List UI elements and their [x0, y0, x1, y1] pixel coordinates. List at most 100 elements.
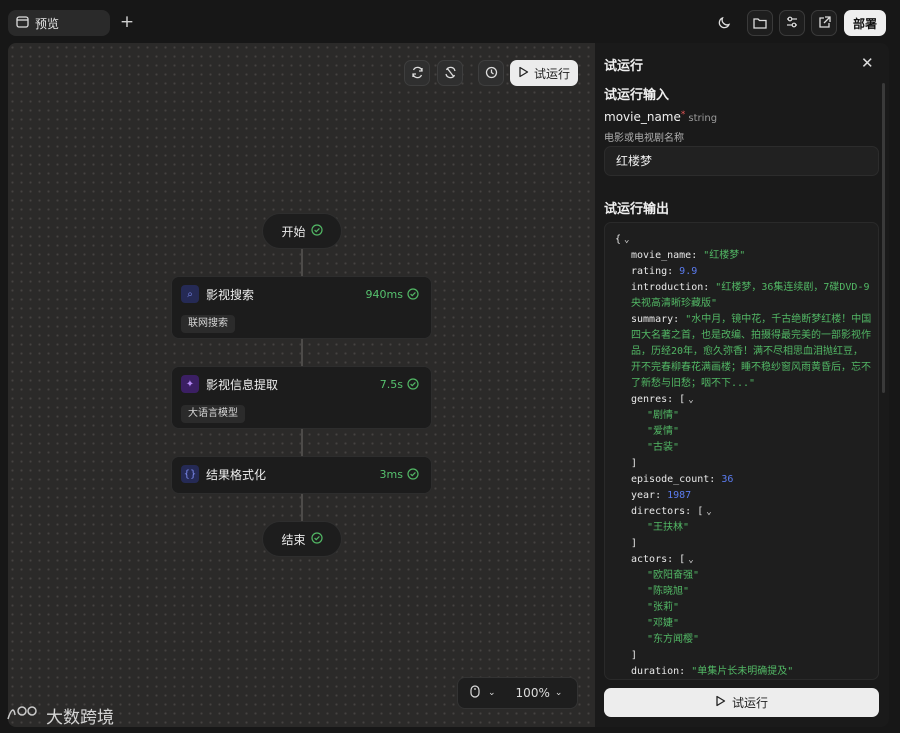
json-open-brace: {⌄: [615, 232, 873, 248]
export-button[interactable]: [811, 10, 837, 36]
deploy-button[interactable]: 部署: [844, 10, 886, 36]
play-icon: [715, 695, 726, 710]
zoom-dropdown[interactable]: 100% ⌄: [516, 686, 563, 700]
output-section-title: 试运行输出: [604, 202, 670, 217]
check-circle-icon: [407, 465, 419, 484]
json-close-bracket: ]: [631, 538, 638, 549]
top-bar: 预览 + 部署: [0, 0, 900, 44]
variable-name: movie_name: [604, 110, 681, 124]
chevron-down-icon[interactable]: ⌄: [706, 504, 711, 520]
zoom-controls: ⌄ 100% ⌄: [457, 677, 578, 709]
node-result-format[interactable]: {} 结果格式化 3ms: [171, 456, 432, 494]
json-array-item: "剧情": [647, 410, 680, 421]
node-time: 7.5s: [379, 377, 403, 391]
sync-off-icon: [444, 64, 457, 83]
end-label: 结束: [281, 532, 306, 547]
json-row: year: 1987: [631, 490, 692, 501]
watermark-logo-icon: [6, 703, 40, 728]
node-movie-search[interactable]: ⌕ 影视搜索 940ms 联网搜索: [171, 276, 432, 339]
node-tag: 联网搜索: [181, 315, 235, 333]
panel-scrollbar[interactable]: [882, 83, 885, 393]
end-node[interactable]: 结束: [262, 521, 342, 557]
trial-run-panel: 试运行 ✕ 试运行输入 movie_name* string 电影或电视剧名称 红…: [595, 43, 889, 727]
json-row: directors: [⌄: [615, 504, 873, 520]
open-folder-button[interactable]: [747, 10, 773, 36]
node-title: 影视搜索: [206, 287, 255, 302]
json-array-item: "陈晓旭": [647, 586, 690, 597]
chevron-down-icon: ⌄: [488, 688, 496, 698]
json-array-item: "爱情": [647, 426, 680, 437]
tab-label: 预览: [35, 16, 60, 31]
json-array-item: "张莉": [647, 602, 680, 613]
node-movie-info-extract[interactable]: ✦ 影视信息提取 7.5s 大语言模型: [171, 366, 432, 429]
history-icon: [485, 64, 498, 83]
input-section-title: 试运行输入: [604, 88, 670, 103]
start-node[interactable]: 开始: [262, 213, 342, 249]
json-array-item: "东方闻樱": [647, 634, 700, 645]
json-array-item: "邓婕": [647, 618, 680, 629]
variable-type: string: [688, 113, 718, 124]
chevron-down-icon[interactable]: ⌄: [624, 232, 629, 248]
check-circle-icon: [310, 531, 323, 547]
run-label: 试运行: [731, 696, 768, 710]
check-circle-icon: [407, 285, 419, 304]
required-mark: *: [680, 110, 686, 120]
json-tree: {⌄ movie_name: "红楼梦" rating: 9.9 introdu…: [615, 232, 873, 679]
run-button[interactable]: 试运行: [604, 688, 879, 717]
history-button[interactable]: [478, 60, 504, 86]
add-tab-button[interactable]: +: [118, 12, 136, 32]
code-node-icon: {}: [181, 465, 199, 483]
json-close-bracket: ]: [631, 650, 638, 661]
node-tag: 大语言模型: [181, 405, 245, 423]
json-row: episode_count: 36: [631, 474, 734, 485]
output-json-viewer[interactable]: {⌄ movie_name: "红楼梦" rating: 9.9 introdu…: [604, 222, 879, 680]
json-row: movie_name: "红楼梦": [631, 250, 746, 261]
json-row: introduction: "红楼梦，36集连续剧，7碟DVD-9央视高清晰珍藏…: [631, 282, 870, 309]
watermark-text: 大数跨境: [46, 708, 114, 728]
json-row: rating: 9.9: [631, 266, 698, 277]
mouse-icon: [470, 685, 480, 701]
refresh-icon: [411, 64, 424, 83]
node-time: 940ms: [365, 287, 403, 301]
play-icon: [518, 66, 529, 81]
node-title: 影视信息提取: [206, 377, 279, 392]
refresh-button[interactable]: [404, 60, 430, 86]
chevron-down-icon[interactable]: ⌄: [688, 392, 693, 408]
connector-line: [301, 429, 303, 457]
json-row: genres: [⌄: [615, 392, 873, 408]
json-array-item: "欧阳奋强": [647, 570, 700, 581]
tab-preview[interactable]: 预览: [8, 10, 110, 36]
chevron-down-icon[interactable]: ⌄: [688, 552, 693, 568]
app-window: 预览 + 部署 试运行 开始 ⌕ 影视搜索 940ms 联网搜索 ✦ 影视信息提…: [0, 0, 900, 733]
pointer-mode-dropdown[interactable]: ⌄: [470, 685, 496, 701]
json-array-item: "王扶林": [647, 522, 690, 533]
llm-node-icon: ✦: [181, 375, 199, 393]
json-close-bracket: ]: [631, 458, 638, 469]
chevron-down-icon: ⌄: [554, 688, 563, 698]
json-row: actors: [⌄: [615, 552, 873, 568]
json-row: summary: "水中月，镜中花，千古绝断梦红楼！中国四大名著之首，也是改编、…: [631, 314, 872, 389]
node-title: 结果格式化: [206, 467, 267, 482]
sync-off-button[interactable]: [437, 60, 463, 86]
settings-button[interactable]: [779, 10, 805, 36]
node-time: 3ms: [379, 467, 403, 481]
variable-description: 电影或电视剧名称: [604, 133, 684, 144]
json-row: duration: "单集片长未明确提及": [631, 666, 794, 677]
check-circle-icon: [310, 223, 323, 239]
workflow-canvas[interactable]: 试运行 开始 ⌕ 影视搜索 940ms 联网搜索 ✦ 影视信息提取 7.5s 大…: [8, 43, 595, 727]
trial-run-button[interactable]: 试运行: [510, 60, 578, 86]
movie-name-input[interactable]: 红楼梦: [604, 146, 879, 176]
check-circle-icon: [407, 375, 419, 394]
json-array-item: "古装": [647, 442, 680, 453]
zoom-level: 100%: [515, 686, 550, 700]
connector-line: [301, 493, 303, 523]
theme-toggle-button[interactable]: [712, 10, 738, 36]
trial-run-label: 试运行: [533, 66, 570, 81]
start-label: 开始: [281, 224, 306, 239]
external-link-icon: [818, 14, 831, 33]
sliders-icon: [785, 14, 799, 33]
search-node-icon: ⌕: [181, 285, 199, 303]
connector-line: [301, 339, 303, 367]
close-icon[interactable]: ✕: [861, 54, 874, 72]
variable-label: movie_name* string: [604, 110, 717, 124]
